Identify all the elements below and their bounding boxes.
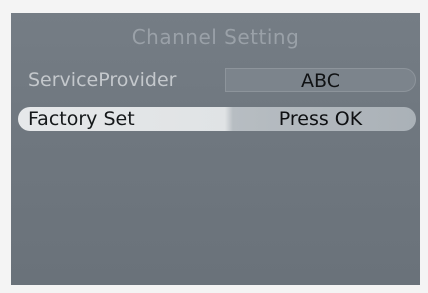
menu-item-service-provider[interactable]: ServiceProvider ABC xyxy=(18,68,416,92)
service-provider-value[interactable]: ABC xyxy=(225,68,416,92)
factory-set-value[interactable]: Press OK xyxy=(225,107,416,131)
factory-set-label: Factory Set xyxy=(28,108,135,130)
service-provider-label: ServiceProvider xyxy=(28,69,177,91)
menu-title: Channel Setting xyxy=(131,25,300,49)
menu-item-factory-set[interactable]: Factory Set Press OK xyxy=(18,107,416,131)
channel-setting-screen: Channel Setting ServiceProvider ABC Fact… xyxy=(11,13,420,285)
